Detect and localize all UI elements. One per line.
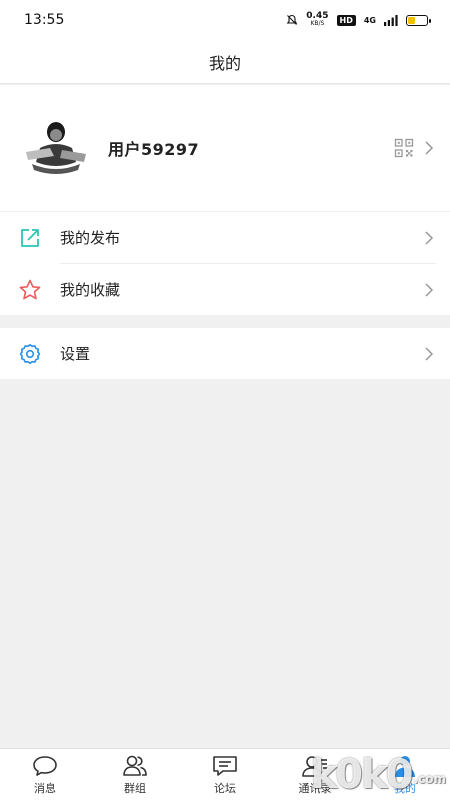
battery-level [408, 16, 416, 24]
nav-item-label: 我的 [394, 781, 416, 795]
menu-group-primary: 我的发布 我的收藏 [0, 212, 450, 315]
contacts-icon [301, 754, 329, 778]
menu-item-label: 我的发布 [60, 229, 121, 247]
nav-item-messages[interactable]: 消息 [0, 749, 90, 800]
status-icons: 0.45 KB/S HD 4G [286, 11, 431, 28]
chevron-right-icon [425, 346, 434, 361]
menu-item-my-posts[interactable]: 我的发布 [0, 212, 450, 263]
mute-bell-icon [286, 14, 298, 25]
gear-icon [18, 342, 42, 366]
avatar[interactable] [20, 118, 92, 178]
network-speed: 0.45 KB/S [306, 11, 329, 28]
status-bar: 13:55 0.45 KB/S HD 4G [0, 0, 450, 40]
chevron-right-icon [425, 141, 434, 155]
nav-item-forum[interactable]: 论坛 [180, 749, 270, 800]
menu-item-label: 设置 [60, 345, 91, 363]
profile-actions [394, 138, 434, 158]
menu-item-favorites[interactable]: 我的收藏 [0, 264, 450, 315]
chevron-right-icon [425, 230, 434, 245]
signal-icon [384, 14, 398, 26]
profile-card[interactable]: 用户59297 [0, 85, 450, 211]
nav-item-label: 通讯录 [298, 781, 332, 795]
status-time: 13:55 [24, 12, 65, 28]
avatar-image [20, 118, 92, 178]
page-header: 我的 [0, 40, 450, 84]
nav-item-contacts[interactable]: 通讯录 [270, 749, 360, 800]
nav-item-label: 消息 [34, 781, 56, 795]
menu-item-label: 我的收藏 [60, 281, 121, 299]
chevron-right-icon [425, 282, 434, 297]
bottom-nav: 消息 群组 论坛 通讯录 我的 [0, 748, 450, 800]
qrcode-icon[interactable] [394, 138, 414, 158]
nav-item-profile[interactable]: 我的 [360, 749, 450, 800]
battery-icon [406, 14, 431, 26]
group-icon [121, 754, 149, 778]
nav-item-groups[interactable]: 群组 [90, 749, 180, 800]
nav-item-label: 论坛 [214, 781, 236, 795]
star-icon [18, 278, 42, 302]
share-external-icon [18, 226, 42, 250]
profile-icon [391, 754, 419, 778]
forum-icon [211, 754, 239, 778]
hd-badge: HD [336, 14, 356, 26]
menu-item-settings[interactable]: 设置 [0, 328, 450, 379]
chat-bubble-icon [31, 754, 59, 778]
page-title: 我的 [208, 53, 241, 73]
username: 用户59297 [108, 140, 200, 159]
network-type: 4G [363, 15, 376, 25]
nav-item-label: 群组 [124, 781, 146, 795]
menu-group-settings: 设置 [0, 328, 450, 379]
